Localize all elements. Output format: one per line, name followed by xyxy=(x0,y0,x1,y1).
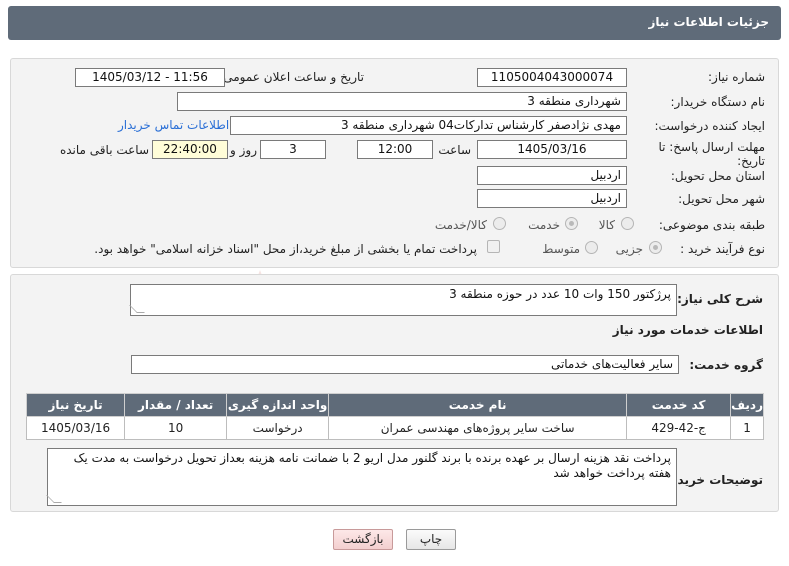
col-unit: واحد اندازه گیری xyxy=(226,393,330,417)
service-group-label: گروه خدمت: xyxy=(689,358,763,372)
creator-label: ایجاد کننده درخواست: xyxy=(654,119,765,133)
city-label: شهر محل تحویل: xyxy=(678,192,765,206)
buyer-contact-link[interactable]: اطلاعات تماس خریدار xyxy=(118,118,229,132)
treasury-payment-checkbox[interactable] xyxy=(487,240,500,253)
buyer-org-field: شهرداری منطقه 3 xyxy=(177,92,627,111)
need-number-label: شماره نیاز: xyxy=(708,70,765,84)
announce-datetime-label: تاریخ و ساعت اعلان عمومی: xyxy=(219,70,364,84)
treasury-payment-note: پرداخت تمام یا بخشی از مبلغ خرید،از محل … xyxy=(94,242,477,256)
need-number-field: 1105004043000074 xyxy=(477,68,627,87)
table-row: 1 ج-42-429 ساخت سایر پروژه‌های مهندسی عم… xyxy=(25,416,764,440)
remaining-time-field: 22:40:00 xyxy=(152,140,228,159)
process-radio-medium[interactable] xyxy=(585,241,598,254)
deadline-date-field: 1405/03/16 xyxy=(477,140,627,159)
process-minor-label: جزیی xyxy=(615,242,643,256)
page-title: جزئیات اطلاعات نیاز xyxy=(648,15,769,29)
summary-text: پرژکتور 150 وات 10 عدد در حوزه منطقه 3 xyxy=(449,287,671,301)
back-button[interactable]: بازگشت xyxy=(333,529,393,550)
deadline-time-label: ساعت xyxy=(438,143,471,157)
buyer-notes-text: پرداخت نقد هزینه ارسال بر عهده برنده با … xyxy=(73,451,671,480)
summary-label: شرح کلی نیاز: xyxy=(677,292,763,306)
creator-field: مهدی نژادصفر کارشناس تدارکات04 شهرداری م… xyxy=(230,116,627,135)
category-radio-service[interactable] xyxy=(565,217,578,230)
deadline-time-field: 12:00 xyxy=(357,140,433,159)
category-label: طبقه بندی موضوعی: xyxy=(658,218,765,232)
process-radio-minor[interactable] xyxy=(649,241,662,254)
col-service-name: نام خدمت xyxy=(328,393,628,417)
print-button[interactable]: چاپ xyxy=(406,529,456,550)
buyer-notes-field: پرداخت نقد هزینه ارسال بر عهده برنده با … xyxy=(46,448,677,506)
cell-unit: درخواست xyxy=(226,416,330,440)
city-field: اردبیل xyxy=(477,189,627,208)
title-bar-background: جزئیات اطلاعات نیاز xyxy=(8,6,781,40)
col-row: ردیف xyxy=(730,393,764,417)
services-table: ردیف کد خدمت نام خدمت واحد اندازه گیری ت… xyxy=(25,393,764,440)
col-need-date: تاریخ نیاز xyxy=(25,393,126,417)
category-radio-goods[interactable] xyxy=(621,217,634,230)
cell-service-name: ساخت سایر پروژه‌های مهندسی عمران xyxy=(328,416,628,440)
resize-grip-icon xyxy=(129,305,145,313)
deadline-label: مهلت ارسال پاسخ: تا تاریخ: xyxy=(658,140,765,168)
resize-grip-icon xyxy=(46,495,62,503)
buyer-org-label: نام دستگاه خریدار: xyxy=(670,95,766,109)
remaining-days-label: روز و xyxy=(230,143,257,157)
process-medium-label: متوسط xyxy=(542,242,580,256)
category-goods-service-label: کالا/خدمت xyxy=(434,218,487,232)
category-service-label: خدمت xyxy=(528,218,560,232)
category-radio-goods-service[interactable] xyxy=(493,217,506,230)
title-bar: جزئیات اطلاعات نیاز xyxy=(0,0,789,46)
cell-quantity: 10 xyxy=(124,416,228,440)
process-label: نوع فرآیند خرید : xyxy=(680,242,765,256)
province-field: اردبیل xyxy=(477,166,627,185)
remaining-days-field: 3 xyxy=(260,140,326,159)
services-section-title: اطلاعات خدمات مورد نیاز xyxy=(612,323,763,337)
cell-need-date: 1405/03/16 xyxy=(25,416,126,440)
cell-row: 1 xyxy=(730,416,764,440)
col-service-code: کد خدمت xyxy=(626,393,732,417)
service-group-field: سایر فعالیت‌های خدماتی xyxy=(131,355,679,374)
services-table-header: ردیف کد خدمت نام خدمت واحد اندازه گیری ت… xyxy=(25,393,764,417)
category-goods-label: کالا xyxy=(598,218,615,232)
remaining-time-label: ساعت باقی مانده xyxy=(59,143,149,157)
col-quantity: تعداد / مقدار xyxy=(124,393,228,417)
announce-datetime-field: 1405/03/12 - 11:56 xyxy=(75,68,225,87)
province-label: استان محل تحویل: xyxy=(670,169,765,183)
cell-service-code: ج-42-429 xyxy=(626,416,732,440)
summary-field: پرژکتور 150 وات 10 عدد در حوزه منطقه 3 xyxy=(129,284,677,316)
